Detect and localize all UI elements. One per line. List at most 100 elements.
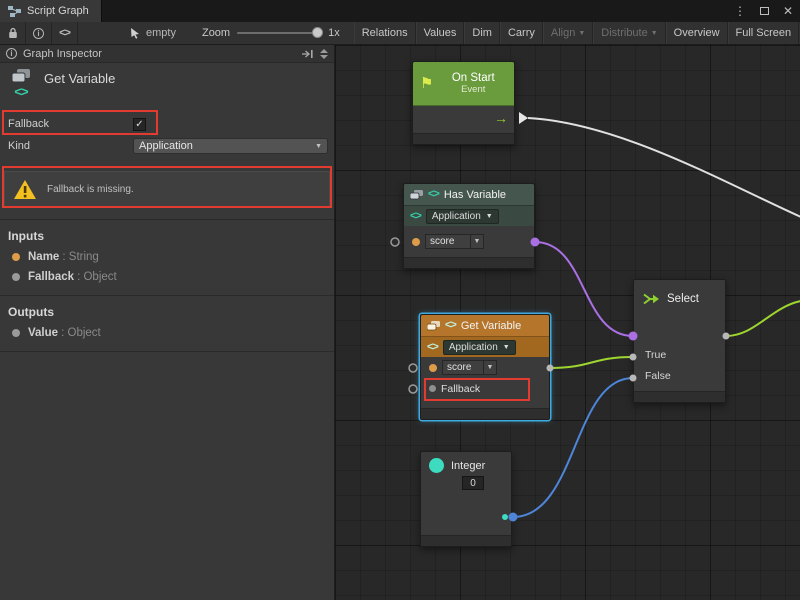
chevron-down-icon: ▼ bbox=[651, 30, 658, 37]
wires-layer bbox=[335, 45, 800, 600]
zoom-slider-handle[interactable] bbox=[312, 27, 323, 38]
fullscreen-button[interactable]: Full Screen bbox=[728, 22, 800, 44]
main-area: i Graph Inspector bbox=[0, 45, 800, 600]
node-title: Select bbox=[667, 293, 699, 305]
lock-icon bbox=[8, 27, 18, 39]
unconnected-port[interactable] bbox=[409, 385, 417, 393]
distribute-button[interactable]: Distribute▼ bbox=[593, 22, 665, 44]
unconnected-port[interactable] bbox=[409, 364, 417, 372]
inputs-header: Inputs bbox=[0, 222, 334, 247]
wire-select-output[interactable] bbox=[726, 301, 800, 336]
fallback-label: Fallback bbox=[8, 118, 133, 130]
output-port-value: Value : Object bbox=[0, 323, 334, 343]
node-on-start[interactable]: ⚑ On Start Event → bbox=[412, 61, 515, 145]
graph-canvas[interactable]: ⚑ On Start Event → bbox=[335, 45, 800, 600]
overview-button[interactable]: Overview bbox=[666, 22, 728, 44]
condition-port-row bbox=[634, 323, 725, 344]
chevron-down-icon: ▼ bbox=[487, 364, 494, 371]
zoom-control: Zoom 1x bbox=[202, 22, 340, 44]
variables-icon bbox=[410, 190, 423, 200]
node-body bbox=[421, 490, 511, 514]
node-title: Integer bbox=[451, 460, 485, 472]
scroll-arrows[interactable] bbox=[320, 49, 328, 59]
node-header: <> Get Variable bbox=[421, 315, 549, 336]
chevron-down-icon: ▼ bbox=[474, 238, 481, 245]
align-button[interactable]: Align▼ bbox=[543, 22, 593, 44]
fallback-port-icon[interactable] bbox=[429, 385, 436, 392]
selection-indicator: empty bbox=[130, 22, 176, 44]
code-view-button[interactable]: <> bbox=[52, 22, 78, 44]
node-body: True False bbox=[634, 318, 725, 386]
node-title: Has Variable bbox=[444, 189, 506, 201]
kind-label: Kind bbox=[8, 140, 133, 152]
node-title: Get Variable bbox=[461, 320, 521, 332]
values-button[interactable]: Values bbox=[416, 22, 465, 44]
kind-property-row: Kind Application ▼ bbox=[0, 135, 334, 157]
code-icon: <> bbox=[428, 189, 439, 200]
flow-output-icon[interactable]: → bbox=[494, 110, 508, 126]
carry-button[interactable]: Carry bbox=[500, 22, 543, 44]
node-get-variable[interactable]: <> Get Variable <> Application ▼ score ▼ bbox=[420, 314, 550, 420]
node-integer[interactable]: Integer 0 bbox=[420, 451, 512, 547]
node-subheader: <> Application ▼ bbox=[421, 336, 549, 357]
unit-icons: <> bbox=[8, 68, 34, 98]
inspector-header-title: Graph Inspector bbox=[23, 48, 102, 60]
variable-name-dropdown[interactable]: score ▼ bbox=[442, 360, 497, 375]
maximize-button[interactable] bbox=[752, 0, 776, 22]
zoom-value: 1x bbox=[328, 27, 340, 39]
scroll-down-icon[interactable] bbox=[320, 55, 328, 59]
zoom-label: Zoom bbox=[202, 27, 230, 39]
fallback-port-row: Fallback bbox=[421, 378, 549, 399]
variable-name-dropdown[interactable]: score ▼ bbox=[425, 234, 484, 249]
variables-icon bbox=[427, 321, 440, 331]
kind-dropdown[interactable]: Application ▼ bbox=[133, 138, 328, 154]
node-footer bbox=[634, 391, 725, 402]
chevron-down-icon: ▼ bbox=[578, 30, 585, 37]
fallback-checkbox[interactable]: ✓ bbox=[133, 118, 146, 131]
flow-port-triangle[interactable] bbox=[519, 112, 528, 124]
wire-flow-onstart[interactable] bbox=[528, 118, 800, 217]
lock-button[interactable] bbox=[0, 22, 26, 44]
inspector-toggle-button[interactable]: i bbox=[26, 22, 52, 44]
code-icon: <> bbox=[427, 342, 438, 353]
node-header: Select bbox=[634, 280, 725, 318]
relations-button[interactable]: Relations bbox=[354, 22, 416, 44]
scope-dropdown[interactable]: Application ▼ bbox=[443, 340, 516, 355]
dim-button[interactable]: Dim bbox=[464, 22, 500, 44]
dock-icon[interactable] bbox=[301, 49, 314, 59]
chevron-down-icon: ▼ bbox=[486, 213, 493, 220]
unity-script-graph-window: Script Graph ⋮ ✕ i <> empty Zoom bbox=[0, 0, 800, 600]
wire-getvariable-to-select-true[interactable] bbox=[550, 357, 633, 368]
name-port-icon[interactable] bbox=[412, 238, 420, 246]
warning-icon bbox=[13, 179, 37, 200]
node-subheader: <> Application ▼ bbox=[404, 205, 534, 226]
scope-dropdown[interactable]: Application ▼ bbox=[426, 209, 499, 224]
object-port-icon bbox=[12, 273, 20, 281]
node-footer bbox=[413, 133, 514, 144]
unconnected-port[interactable] bbox=[391, 238, 399, 246]
integer-value-field[interactable]: 0 bbox=[462, 476, 484, 490]
variables-icon bbox=[11, 68, 31, 84]
window-menu-button[interactable]: ⋮ bbox=[728, 0, 752, 22]
info-icon: i bbox=[33, 28, 44, 39]
object-port-icon bbox=[12, 329, 20, 337]
code-icon: <> bbox=[445, 320, 456, 331]
close-button[interactable]: ✕ bbox=[776, 0, 800, 22]
input-port-name: Name : String bbox=[0, 247, 334, 267]
select-icon bbox=[643, 292, 660, 306]
tab-label: Script Graph bbox=[27, 5, 89, 17]
node-body: score ▼ bbox=[404, 226, 534, 257]
titlebar: Script Graph ⋮ ✕ bbox=[0, 0, 800, 22]
code-icon: <> bbox=[14, 85, 27, 98]
zoom-slider[interactable] bbox=[237, 32, 321, 34]
node-has-variable[interactable]: <> Has Variable <> Application ▼ score ▼ bbox=[403, 183, 535, 269]
node-footer bbox=[421, 408, 549, 419]
scroll-up-icon[interactable] bbox=[320, 49, 328, 53]
node-select[interactable]: Select True False bbox=[633, 279, 726, 403]
name-port-icon[interactable] bbox=[429, 364, 437, 372]
node-footer bbox=[421, 535, 511, 546]
flag-icon: ⚑ bbox=[420, 76, 433, 91]
fallback-property-row: Fallback ✓ bbox=[0, 113, 334, 135]
code-icon: <> bbox=[410, 211, 421, 222]
tab-script-graph[interactable]: Script Graph bbox=[0, 0, 102, 22]
